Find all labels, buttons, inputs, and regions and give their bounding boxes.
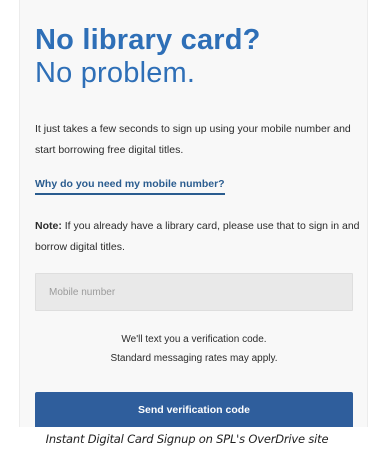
page-title: No library card? No problem. <box>35 24 261 90</box>
intro-text: It just takes a few seconds to sign up u… <box>35 123 351 156</box>
note-text: Note: If you already have a library card… <box>35 216 365 258</box>
headline-line-2: No problem. <box>35 57 196 89</box>
mobile-number-input[interactable] <box>35 273 353 311</box>
image-caption: Instant Digital Card Signup on SPL's Ove… <box>45 432 329 446</box>
helper-line-2: Standard messaging rates may apply. <box>110 353 278 364</box>
note-label: Note: <box>35 220 62 232</box>
headline-line-1: No library card? <box>35 24 261 56</box>
send-verification-code-button[interactable]: Send verification code <box>35 392 353 427</box>
note-body: If you already have a library card, plea… <box>35 220 360 253</box>
why-mobile-number-link[interactable]: Why do you need my mobile number? <box>35 177 225 195</box>
helper-line-1: We'll text you a verification code. <box>121 334 267 345</box>
signup-panel: No library card? No problem. It just tak… <box>19 0 368 427</box>
verification-helper-text: We'll text you a verification code. Stan… <box>35 330 353 368</box>
